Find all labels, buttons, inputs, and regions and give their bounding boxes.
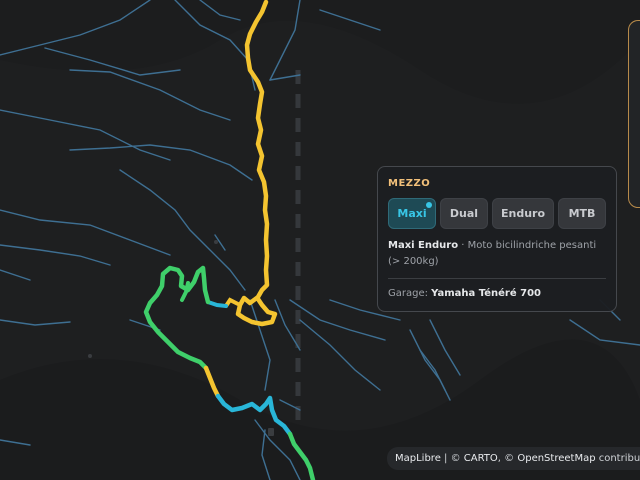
- mode-enduro-label: Enduro: [500, 207, 546, 220]
- attribution-sep-2: , ©: [497, 453, 518, 464]
- panel-title: MEZZO: [388, 178, 431, 189]
- attribution-sep-1: | ©: [440, 453, 464, 464]
- map-attribution: MapLibre | © CARTO, © OpenStreetMap cont…: [387, 447, 640, 470]
- side-panel-edge[interactable]: [628, 20, 640, 208]
- garage-vehicle: Yamaha Ténéré 700: [431, 288, 542, 299]
- carto-link[interactable]: CARTO: [464, 453, 498, 464]
- divider: [388, 278, 606, 279]
- mode-name: Maxi Enduro: [388, 240, 459, 251]
- mode-mtb-button[interactable]: MTB: [558, 198, 606, 229]
- garage-label: Garage:: [388, 288, 432, 299]
- mode-maxi-label: Maxi: [397, 207, 427, 220]
- osm-link[interactable]: OpenStreetMap: [517, 453, 595, 464]
- active-dot-icon: [426, 202, 432, 208]
- vehicle-panel: MEZZO Maxi Dual Enduro MTB Maxi Enduro ·…: [377, 166, 617, 312]
- garage-info: Garage: Yamaha Ténéré 700: [388, 288, 606, 299]
- mode-dual-label: Dual: [449, 207, 479, 220]
- maplibre-link[interactable]: MapLibre: [395, 453, 441, 464]
- mode-dual-button[interactable]: Dual: [440, 198, 488, 229]
- mode-enduro-button[interactable]: Enduro: [492, 198, 554, 229]
- attribution-contributors: contributors: [598, 453, 640, 464]
- mode-mtb-label: MTB: [568, 207, 596, 220]
- vehicle-mode-selector: Maxi Dual Enduro MTB: [388, 198, 606, 229]
- mode-maxi-button[interactable]: Maxi: [388, 198, 436, 229]
- mode-description: Maxi Enduro · Moto bicilindriche pesanti…: [388, 238, 606, 270]
